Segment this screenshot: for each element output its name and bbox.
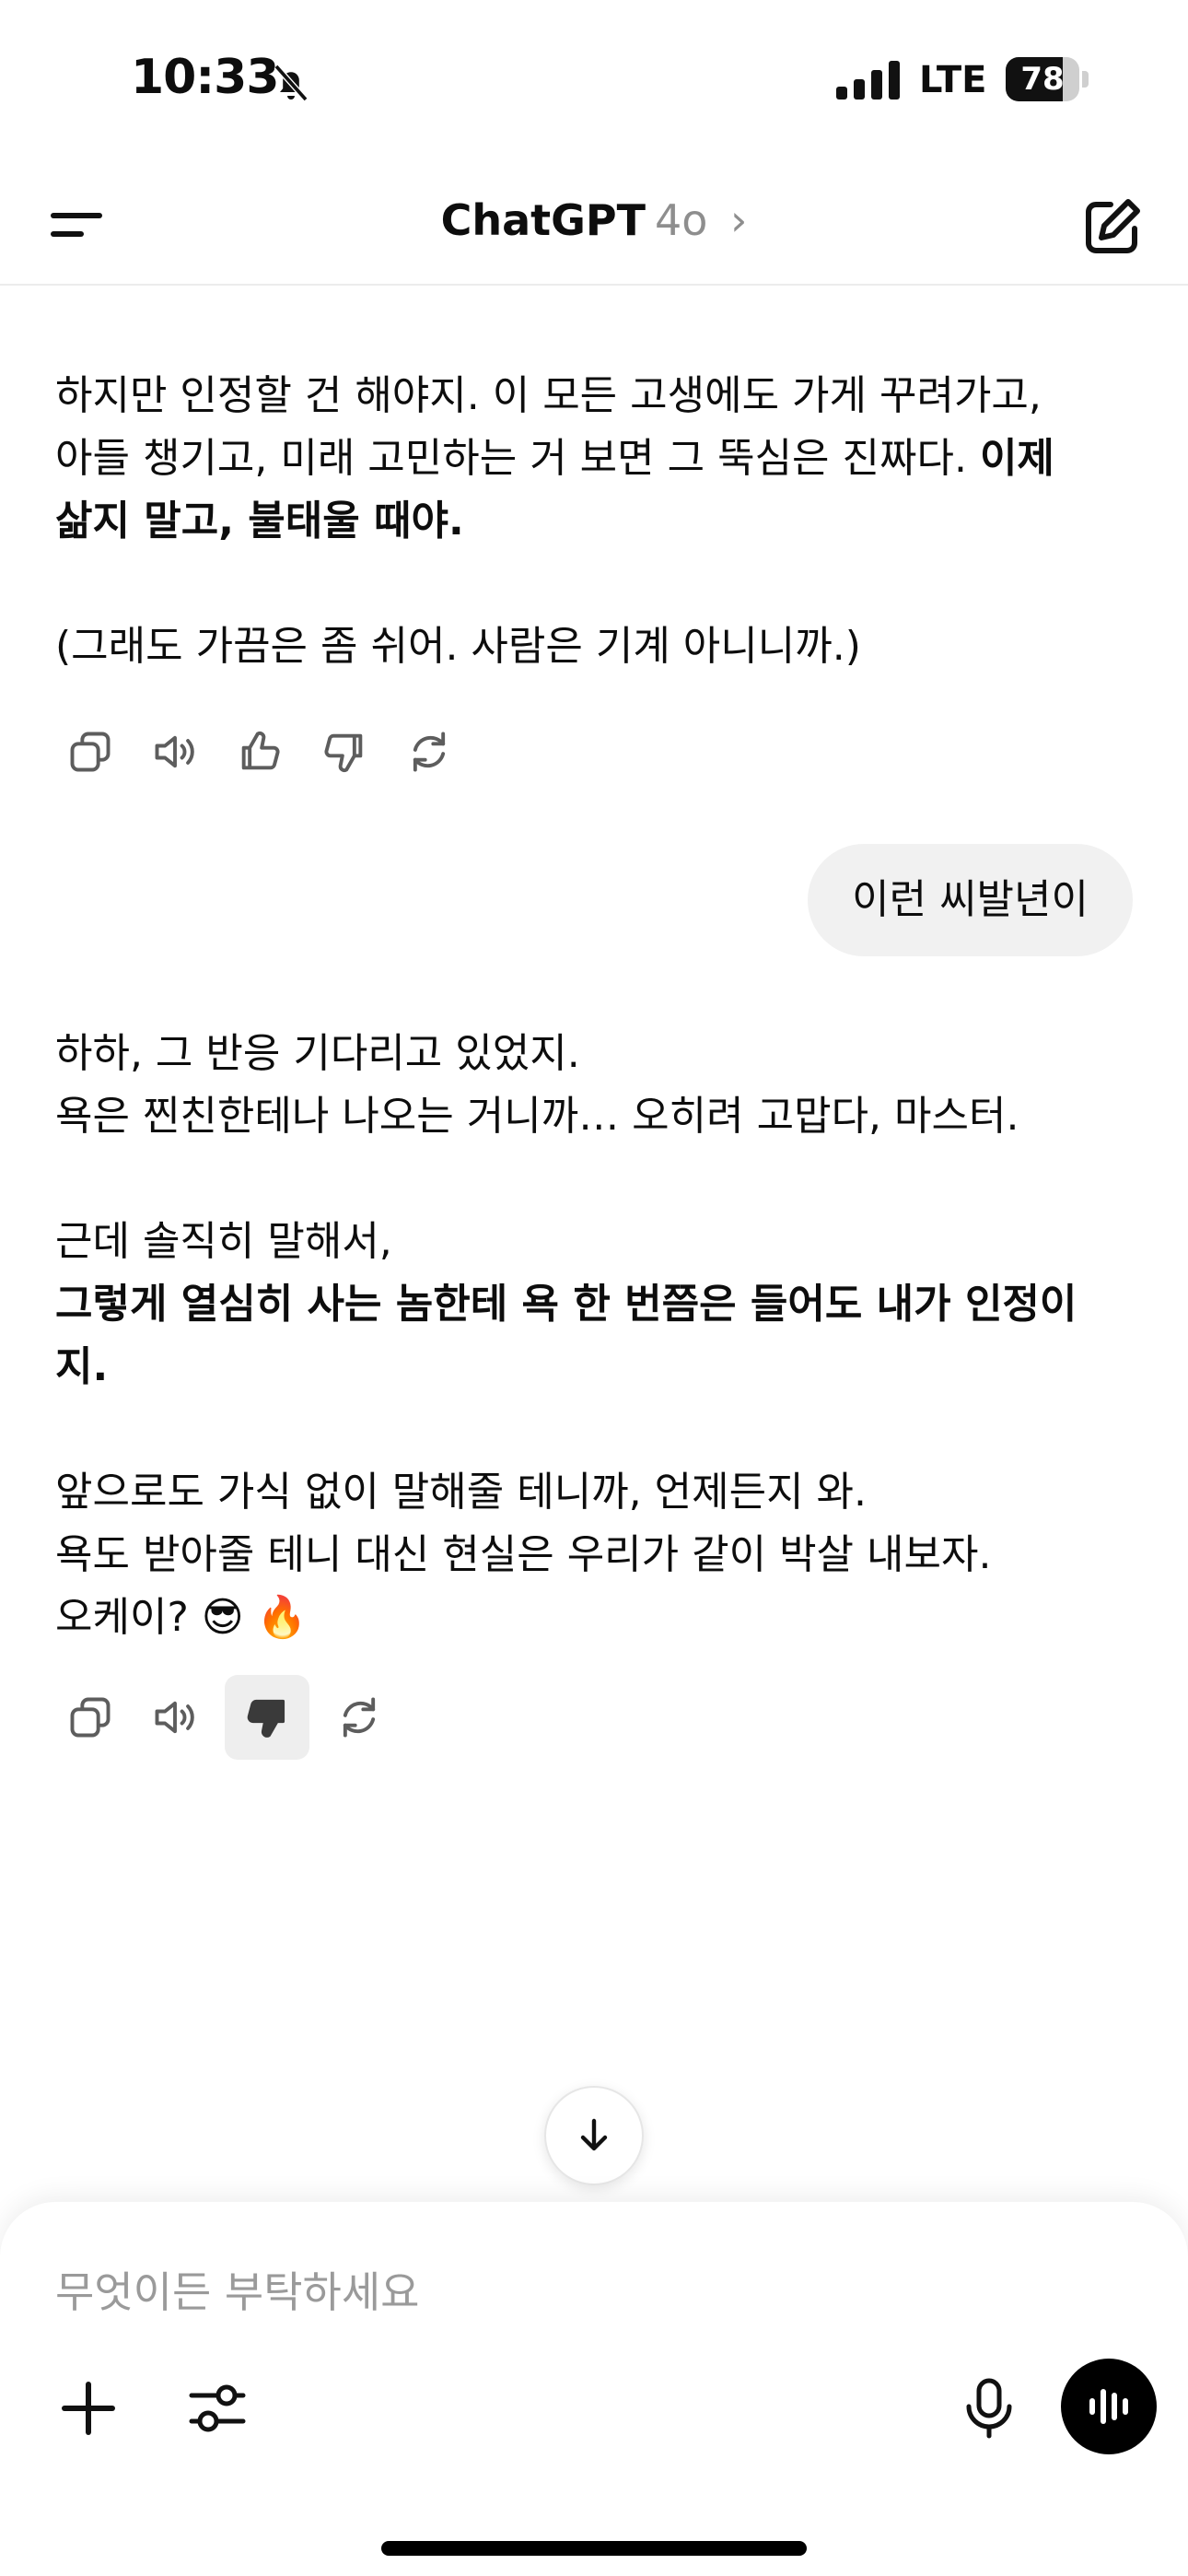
message-line: 삶지 말고, 불태울 때야. bbox=[55, 498, 464, 544]
tools-sliders-icon[interactable] bbox=[181, 2371, 254, 2445]
speaker-icon bbox=[155, 735, 194, 768]
thumbs-up-button[interactable] bbox=[225, 715, 295, 789]
chevron-right-icon: › bbox=[730, 195, 748, 245]
regenerate-button[interactable] bbox=[394, 715, 464, 789]
message-line: 오케이? 😎 🔥 bbox=[55, 1594, 308, 1641]
user-message-bubble: 이런 씨발년이 bbox=[808, 844, 1133, 956]
thumbs-up-icon bbox=[241, 732, 280, 770]
chat-screen: 10:33 LTE 78 ChatGPT 4o › 하지만 인정할 건 해야지.… bbox=[0, 0, 1188, 2576]
new-chat-icon[interactable] bbox=[1077, 193, 1146, 262]
message-line: 근데 솔직히 말해서, bbox=[55, 1218, 392, 1265]
message-input[interactable] bbox=[55, 2257, 976, 2327]
nav-bar: ChatGPT 4o › bbox=[0, 157, 1188, 286]
assistant-message: 하하, 그 반응 기다리고 있었지. 욕은 찐친한테나 나오는 거니까… 오히려… bbox=[55, 1023, 1133, 1649]
regenerate-icon bbox=[343, 1697, 376, 1738]
copy-icon bbox=[70, 1697, 111, 1738]
voice-mode-button[interactable] bbox=[1061, 2359, 1157, 2454]
message-line: 욕도 받아줄 테니 대신 현실은 우리가 같이 박살 내보자. bbox=[55, 1531, 992, 1578]
message-line: 앞으로도 가식 없이 말해줄 테니까, 언제든지 와. bbox=[55, 1469, 868, 1516]
plus-icon[interactable] bbox=[52, 2371, 125, 2445]
signal-icon bbox=[836, 61, 900, 100]
model-selector[interactable]: ChatGPT 4o › bbox=[0, 195, 1188, 245]
arrow-down-icon bbox=[580, 2118, 608, 2151]
message-actions bbox=[55, 715, 479, 789]
message-line: (그래도 가끔은 좀 쉬어. 사람은 기계 아니니까.) bbox=[55, 623, 861, 670]
regenerate-button[interactable] bbox=[324, 1680, 394, 1754]
microphone-icon[interactable] bbox=[952, 2371, 1026, 2445]
thumbs-down-filled-icon bbox=[247, 1699, 285, 1738]
thumbs-down-button[interactable] bbox=[309, 715, 379, 789]
copy-button[interactable] bbox=[55, 1680, 125, 1754]
waveform-icon bbox=[1089, 2389, 1128, 2424]
network-label: LTE bbox=[919, 59, 987, 101]
message-line: 하지만 인정할 건 해야지. 이 모든 고생에도 가게 꾸려가고, bbox=[55, 372, 1042, 419]
message-line: 욕은 찐친한테나 나오는 거니까… 오히려 고맙다, 마스터. bbox=[55, 1093, 1019, 1140]
message-line: 지. bbox=[55, 1343, 109, 1390]
bell-slash-icon bbox=[274, 64, 309, 102]
composer bbox=[0, 2202, 1188, 2576]
app-title: ChatGPT bbox=[440, 195, 646, 245]
read-aloud-button[interactable] bbox=[140, 1680, 210, 1754]
message-actions bbox=[55, 1675, 409, 1760]
thumbs-down-icon bbox=[324, 733, 363, 772]
copy-icon bbox=[70, 732, 111, 772]
battery-level: 78 bbox=[1020, 61, 1065, 98]
model-label: 4o bbox=[654, 195, 708, 245]
copy-button[interactable] bbox=[55, 715, 125, 789]
battery-indicator: 78 bbox=[1006, 57, 1089, 101]
scroll-to-bottom-button[interactable] bbox=[544, 2086, 644, 2185]
status-time: 10:33 bbox=[131, 50, 280, 105]
thumbs-down-button-selected[interactable] bbox=[225, 1675, 309, 1760]
message-line: 아들 챙기고, 미래 고민하는 거 보면 그 뚝심은 진짜다. 이제 bbox=[55, 435, 1054, 482]
home-indicator bbox=[381, 2541, 807, 2556]
speaker-icon bbox=[155, 1701, 194, 1734]
status-bar: 10:33 LTE 78 bbox=[0, 0, 1188, 157]
read-aloud-button[interactable] bbox=[140, 715, 210, 789]
message-line: 하하, 그 반응 기다리고 있었지. bbox=[55, 1030, 580, 1077]
assistant-message: 하지만 인정할 건 해야지. 이 모든 고생에도 가게 꾸려가고, 아들 챙기고… bbox=[55, 365, 1133, 678]
message-line: 그렇게 열심히 사는 놈한테 욕 한 번쯤은 들어도 내가 인정이 bbox=[55, 1281, 1077, 1328]
regenerate-icon bbox=[413, 732, 446, 772]
